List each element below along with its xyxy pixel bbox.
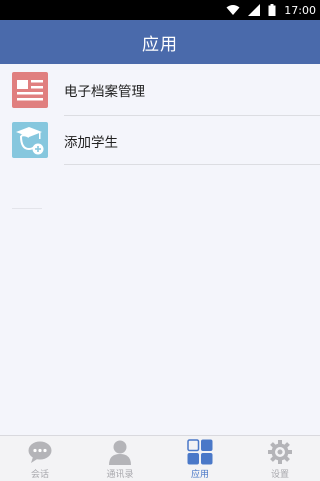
document-list-icon: [12, 72, 48, 108]
graduate-add-icon: [12, 122, 48, 158]
app-list: 电子档案管理 添加学生: [0, 64, 320, 435]
status-bar: 17:00: [0, 0, 320, 20]
list-item-label: 电子档案管理: [64, 84, 145, 100]
wifi-icon: [226, 4, 240, 16]
tab-label: 会话: [30, 470, 49, 480]
tab-label: 设置: [270, 470, 289, 480]
tab-settings[interactable]: 设置: [240, 436, 320, 481]
status-icons: 17:00: [226, 0, 316, 20]
page-title: 应用: [142, 34, 178, 55]
bottom-tab-bar: 会话 通讯录 应用 设置: [0, 435, 320, 481]
gear-icon: [267, 439, 293, 465]
divider: [64, 164, 320, 165]
app-bar: 应用: [0, 20, 320, 64]
signal-icon: [248, 4, 261, 16]
tab-contacts[interactable]: 通讯录: [80, 436, 160, 481]
list-item-add-student[interactable]: 添加学生: [0, 116, 320, 166]
tab-label: 应用: [190, 470, 209, 480]
apps-grid-icon: [187, 439, 213, 465]
contact-person-icon: [107, 439, 133, 465]
tab-apps[interactable]: 应用: [160, 436, 240, 481]
tab-label: 通讯录: [106, 470, 134, 480]
battery-icon: [268, 4, 276, 16]
list-item-label: 添加学生: [64, 135, 118, 151]
tab-chat[interactable]: 会话: [0, 436, 80, 481]
chat-bubble-icon: [27, 439, 53, 465]
divider: [12, 208, 42, 209]
status-time: 17:00: [284, 3, 316, 17]
list-item-archive-management[interactable]: 电子档案管理: [0, 65, 320, 115]
